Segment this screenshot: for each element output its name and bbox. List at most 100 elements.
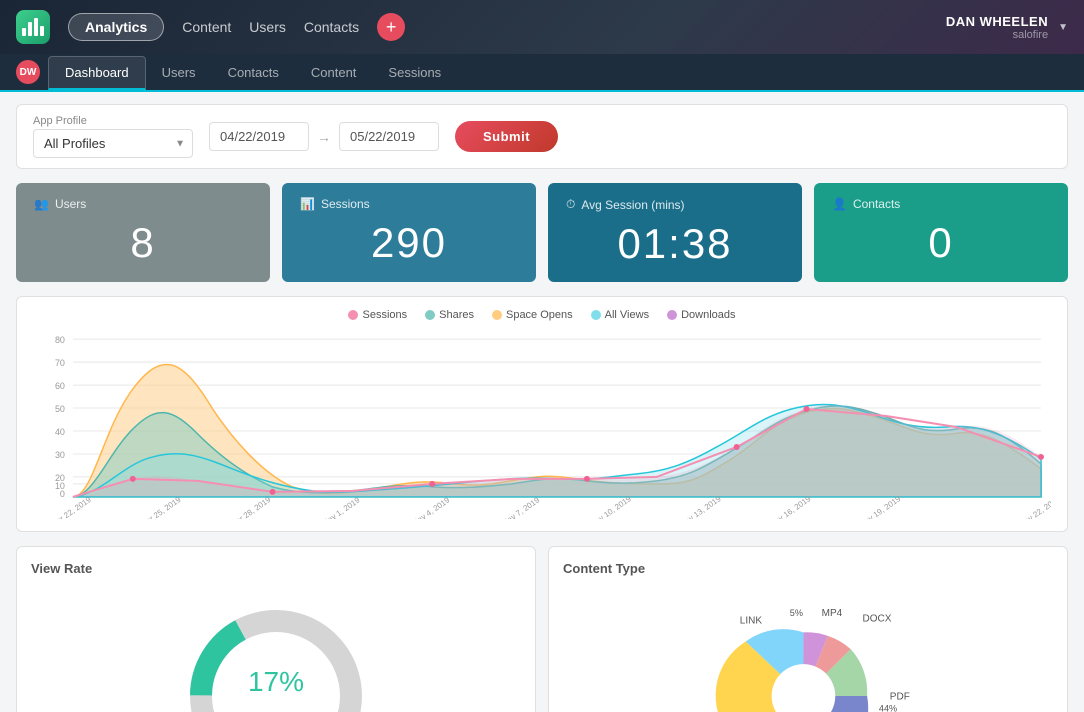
stat-label-contacts: 👤 Contacts	[832, 197, 1050, 211]
stat-card-users: 👥 Users 8	[16, 183, 270, 282]
legend-label-downloads: Downloads	[681, 309, 735, 321]
chart-svg-wrapper: 80 70 60 50 40 30 20 10 0	[33, 329, 1051, 519]
date-range: →	[209, 122, 439, 151]
user-chevron-icon[interactable]: ▼	[1058, 22, 1068, 33]
contacts-icon: 👤	[832, 197, 847, 211]
plus-button[interactable]: +	[377, 13, 405, 41]
donut-chart-svg: 17%	[176, 596, 376, 712]
svg-text:Apr 25, 2019: Apr 25, 2019	[140, 495, 183, 519]
logo-bar-2	[28, 22, 32, 36]
legend-shares: Shares	[425, 309, 474, 321]
stat-label-sessions: 📊 Sessions	[300, 197, 518, 211]
svg-text:May 13, 2019: May 13, 2019	[678, 494, 723, 519]
app-profile-select[interactable]: All Profiles	[33, 129, 193, 158]
filter-bar: App Profile All Profiles ▼ → Submit	[16, 104, 1068, 169]
value-pdf: 44%	[879, 703, 897, 712]
subnav-sessions[interactable]: Sessions	[372, 57, 457, 90]
nav-item-contacts[interactable]: Contacts	[304, 19, 359, 35]
stat-value-contacts: 0	[832, 219, 1050, 267]
session-dot-7	[1038, 454, 1044, 460]
svg-text:May 1, 2019: May 1, 2019	[320, 495, 362, 519]
svg-text:30: 30	[55, 450, 65, 460]
date-from-input[interactable]	[209, 122, 309, 151]
session-dot-1	[130, 476, 136, 482]
svg-text:May 10, 2019: May 10, 2019	[588, 494, 633, 519]
subnav-content[interactable]: Content	[295, 57, 373, 90]
svg-text:50: 50	[55, 404, 65, 414]
legend-dot-allviews	[591, 310, 601, 320]
legend-label-sessions: Sessions	[362, 309, 407, 321]
value-link: 5%	[790, 608, 803, 618]
sessions-icon: 📊	[300, 197, 315, 211]
bottom-charts: View Rate 17% Content Type	[16, 546, 1068, 712]
legend-sessions: Sessions	[348, 309, 407, 321]
legend-label-spaceopens: Space Opens	[506, 309, 573, 321]
svg-text:17%: 17%	[248, 666, 304, 697]
svg-text:70: 70	[55, 358, 65, 368]
svg-text:80: 80	[55, 335, 65, 345]
subnav-dashboard[interactable]: Dashboard	[48, 56, 146, 90]
sub-nav-avatar: DW	[16, 60, 40, 84]
svg-text:Apr 22, 2019: Apr 22, 2019	[50, 495, 93, 519]
stat-card-sessions: 📊 Sessions 290	[282, 183, 536, 282]
users-icon: 👥	[34, 197, 49, 211]
sub-nav: DW Dashboard Users Contacts Content Sess…	[0, 54, 1084, 92]
nav-item-content[interactable]: Content	[182, 19, 231, 35]
user-info: DAN WHEELEN salofire	[946, 14, 1048, 41]
session-dot-6	[803, 406, 809, 412]
legend-label-shares: Shares	[439, 309, 474, 321]
stat-card-contacts: 👤 Contacts 0	[814, 183, 1068, 282]
stat-label-users: 👥 Users	[34, 197, 252, 211]
stat-value-users: 8	[34, 219, 252, 267]
analytics-nav-button[interactable]: Analytics	[68, 13, 164, 41]
logo-bars	[22, 18, 44, 36]
legend-spaceopens: Space Opens	[492, 309, 573, 321]
view-rate-panel: View Rate 17%	[16, 546, 536, 712]
session-dot-3	[429, 481, 435, 487]
svg-text:60: 60	[55, 381, 65, 391]
label-pdf: PDF	[890, 692, 910, 703]
subnav-users[interactable]: Users	[146, 57, 212, 90]
donut-wrapper: 17%	[31, 586, 521, 712]
svg-text:May 16, 2019: May 16, 2019	[768, 494, 813, 519]
legend-label-allviews: All Views	[605, 309, 649, 321]
content-type-svg: PDF 44% JPG 24% PNG 19% LINK 5% MP4 DOCX	[648, 596, 968, 712]
top-nav: Analytics Content Users Contacts + DAN W…	[0, 0, 1084, 54]
view-rate-title: View Rate	[31, 561, 521, 576]
legend-downloads: Downloads	[667, 309, 735, 321]
logo-bar-4	[40, 26, 44, 36]
app-profile-select-wrapper: All Profiles ▼	[33, 129, 193, 158]
logo-icon[interactable]	[16, 10, 50, 44]
svg-text:0: 0	[60, 489, 65, 499]
svg-text:May 7, 2019: May 7, 2019	[500, 495, 542, 519]
app-profile-filter: App Profile All Profiles ▼	[33, 115, 193, 158]
logo-bar-1	[22, 28, 26, 36]
logo-bar-3	[34, 18, 38, 36]
legend-dot-spaceopens	[492, 310, 502, 320]
svg-text:40: 40	[55, 427, 65, 437]
stat-value-avgsession: 01:38	[566, 220, 784, 268]
nav-item-users[interactable]: Users	[249, 19, 286, 35]
user-company: salofire	[946, 29, 1048, 41]
subnav-contacts[interactable]: Contacts	[212, 57, 295, 90]
app-profile-label: App Profile	[33, 115, 193, 127]
content-type-title: Content Type	[563, 561, 1053, 576]
label-link: LINK	[740, 615, 763, 626]
content-type-panel: Content Type	[548, 546, 1068, 712]
svg-text:Apr 28, 2019: Apr 28, 2019	[230, 495, 273, 519]
legend-dot-sessions	[348, 310, 358, 320]
clock-icon: ⏱	[566, 197, 575, 212]
date-arrow-icon: →	[317, 129, 331, 145]
date-to-input[interactable]	[339, 122, 439, 151]
stat-value-sessions: 290	[300, 219, 518, 267]
pie-wrapper: PDF 44% JPG 24% PNG 19% LINK 5% MP4 DOCX	[563, 586, 1053, 712]
legend-dot-downloads	[667, 310, 677, 320]
main-chart-area: Sessions Shares Space Opens All Views Do…	[16, 296, 1068, 532]
user-name: DAN WHEELEN	[946, 14, 1048, 29]
stat-cards: 👥 Users 8 📊 Sessions 290 ⏱ Avg Session (…	[16, 183, 1068, 282]
submit-button[interactable]: Submit	[455, 121, 558, 152]
stat-card-avgsession: ⏱ Avg Session (mins) 01:38	[548, 183, 802, 282]
legend-allviews: All Views	[591, 309, 649, 321]
session-dot-4	[584, 476, 590, 482]
session-dot-2	[270, 489, 276, 495]
